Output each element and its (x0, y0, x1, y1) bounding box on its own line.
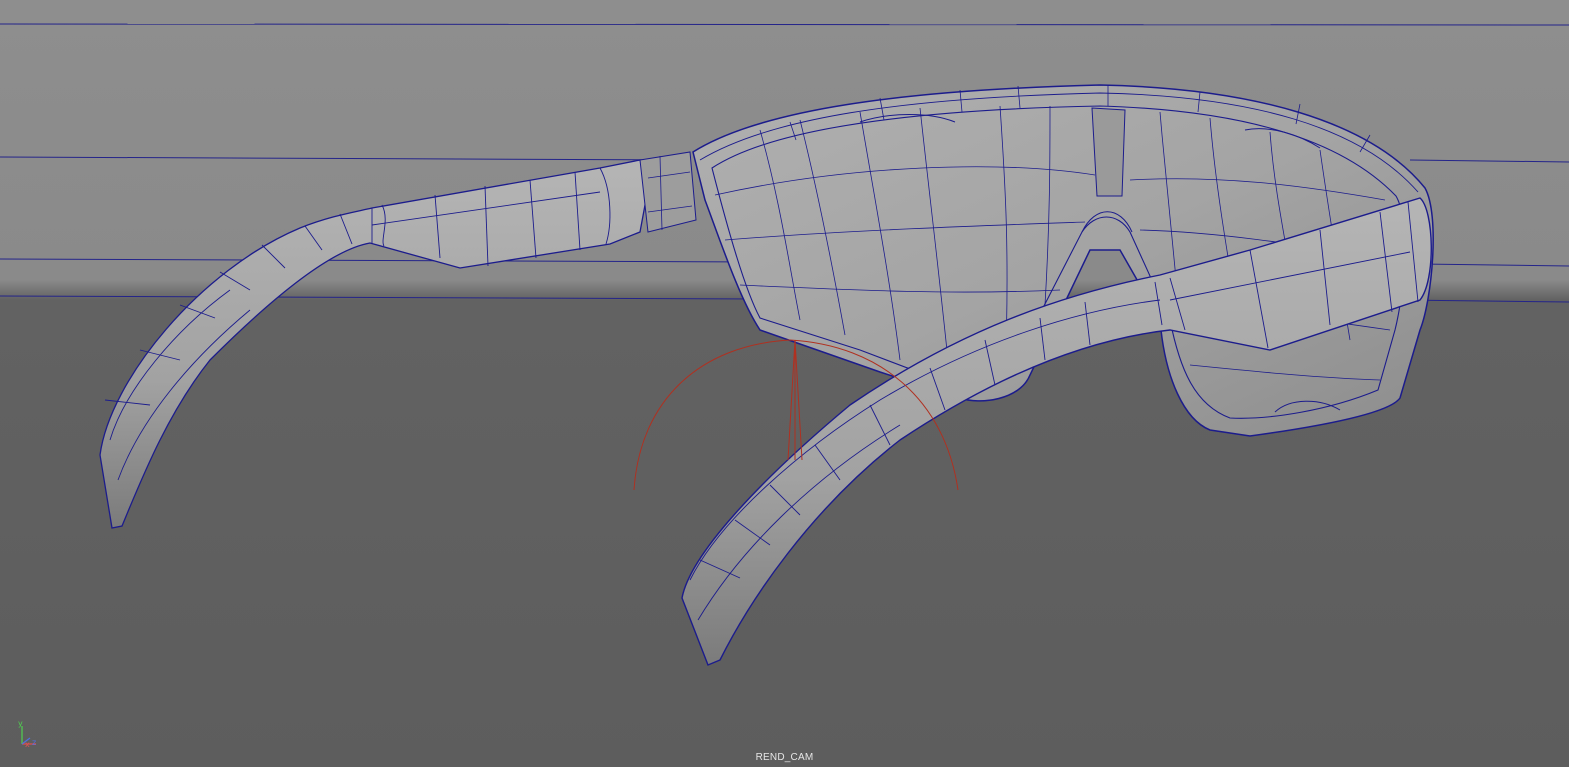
y-axis-label: y (18, 719, 23, 728)
viewport-scene[interactable] (0, 0, 1569, 767)
left-temple-arm[interactable] (99, 151, 697, 529)
z-axis-label: z (32, 738, 36, 747)
x-axis-label: x (25, 740, 30, 748)
axis-orientation-gizmo: y x z (18, 719, 36, 748)
3d-viewport[interactable]: y x z REND_CAM (0, 0, 1569, 767)
camera-name-label: REND_CAM (755, 752, 814, 763)
